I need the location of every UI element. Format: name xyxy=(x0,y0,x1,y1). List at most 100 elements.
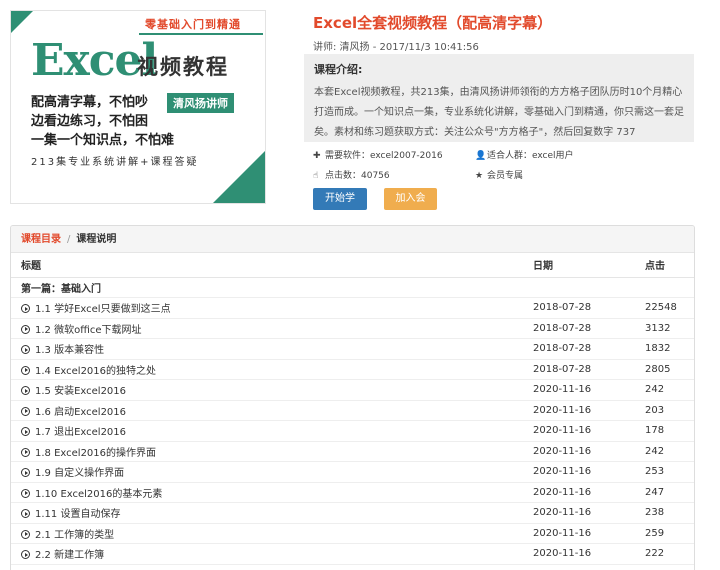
table-row[interactable]: 1.5 安装Excel2016 2020-11-16 242 xyxy=(11,379,694,401)
lesson-title[interactable]: 1.9 自定义操作界面 xyxy=(35,468,124,479)
intro-text: 本套Excel视频教程，共213集，由清风扬讲师领衔的方方格子团队历时10个月精… xyxy=(314,87,684,138)
plus-icon: ✚ xyxy=(313,151,321,161)
lesson-title-cell[interactable]: 1.10 Excel2016的基本元素 xyxy=(11,482,523,503)
fact-audience-text: 适合人群：excel用户 xyxy=(487,151,574,161)
fact-software: ✚ 需要软件：excel2007-2016 xyxy=(313,148,443,161)
course-cover-image: 零基础入门到精通 Excel 视频教程 配高清字幕，不怕吵 边看边练习，不怕困 … xyxy=(10,10,266,204)
lesson-title[interactable]: 1.11 设置自动保存 xyxy=(35,509,120,520)
tab-description[interactable]: 课程说明 xyxy=(76,234,116,245)
table-row[interactable]: 1.8 Excel2016的操作界面 2020-11-16 242 xyxy=(11,441,694,462)
lesson-date: 2020-11-16 xyxy=(523,441,635,462)
table-row[interactable]: 1.1 学好Excel只要做到这三点 2018-07-28 22548 xyxy=(11,297,694,319)
cover-slogan-3: 一集一个知识点，不怕难 xyxy=(31,133,175,148)
fact-member-text: 会员专属 xyxy=(487,171,524,181)
table-row[interactable]: 1.9 自定义操作界面 2020-11-16 253 xyxy=(11,461,694,483)
lesson-clicks: 242 xyxy=(635,379,694,401)
breadcrumb: 课程目录 / 课程说明 xyxy=(11,226,694,253)
lesson-title[interactable]: 1.6 启动Excel2016 xyxy=(35,407,126,418)
lesson-title[interactable]: 1.5 安装Excel2016 xyxy=(35,386,126,397)
start-learning-button[interactable]: 开始学习 xyxy=(313,188,367,226)
lesson-clicks: 22548 xyxy=(635,297,694,319)
table-row[interactable]: 1.4 Excel2016的独特之处 2018-07-28 2805 xyxy=(11,359,694,380)
lesson-date: 2018-07-28 xyxy=(523,359,635,380)
table-header-row: 标题 日期 点击 xyxy=(11,253,694,278)
lesson-clicks: 203 xyxy=(635,400,694,421)
lesson-title[interactable]: 1.8 Excel2016的操作界面 xyxy=(35,448,156,459)
cover-teacher-badge: 清风扬讲师 xyxy=(167,93,234,113)
header-title: 标题 xyxy=(11,253,523,278)
lesson-table: 标题 日期 点击 第一篇：基础入门 1.1 学好Excel只要做到这三点 2018… xyxy=(11,253,694,565)
lesson-clicks: 253 xyxy=(635,461,694,483)
join-member-button[interactable]: 加入会员 xyxy=(384,188,437,226)
tab-catalog[interactable]: 课程目录 xyxy=(21,234,61,245)
lesson-title[interactable]: 1.7 退出Excel2016 xyxy=(35,427,126,438)
lesson-title[interactable]: 1.2 微软office下载网址 xyxy=(35,325,142,336)
play-circle-icon xyxy=(21,406,30,416)
lesson-clicks: 259 xyxy=(635,523,694,544)
cover-slogans: 配高清字幕，不怕吵 边看边练习，不怕困 一集一个知识点，不怕难 xyxy=(31,93,174,150)
table-row[interactable]: 1.10 Excel2016的基本元素 2020-11-16 247 xyxy=(11,482,694,503)
lesson-clicks: 247 xyxy=(635,482,694,503)
lesson-date: 2020-11-16 xyxy=(523,400,635,421)
lesson-title-cell[interactable]: 1.2 微软office下载网址 xyxy=(11,318,523,339)
lesson-title[interactable]: 1.1 学好Excel只要做到这三点 xyxy=(35,304,171,315)
lesson-title-cell[interactable]: 1.9 自定义操作界面 xyxy=(11,461,523,483)
lesson-title-cell[interactable]: 1.3 版本兼容性 xyxy=(11,338,523,360)
lesson-date: 2020-11-16 xyxy=(523,420,635,442)
cover-tagline: 零基础入门到精通 xyxy=(145,18,241,31)
course-meta: 讲师: 清风扬 - 2017/11/3 10:41:56 xyxy=(313,42,479,53)
lesson-date: 2020-11-16 xyxy=(523,502,635,524)
course-catalog-panel: 课程目录 / 课程说明 标题 日期 点击 第一篇：基础入门 1.1 学好Excel只… xyxy=(10,225,695,570)
table-row[interactable]: 2.2 新建工作簿 2020-11-16 222 xyxy=(11,543,694,565)
lesson-clicks: 222 xyxy=(635,543,694,565)
fact-clicks: ☝ 点击数：40756 xyxy=(313,168,390,181)
lesson-date: 2020-11-16 xyxy=(523,461,635,483)
lesson-date: 2020-11-16 xyxy=(523,523,635,544)
lesson-title[interactable]: 2.2 新建工作簿 xyxy=(35,550,104,561)
table-row[interactable]: 1.3 版本兼容性 2018-07-28 1832 xyxy=(11,338,694,360)
lesson-clicks: 238 xyxy=(635,502,694,524)
cover-corner-decoration xyxy=(11,11,33,33)
cover-subtitle: 视频教程 xyxy=(137,55,229,79)
user-icon: 👤 xyxy=(475,151,487,161)
header-clicks: 点击 xyxy=(635,253,694,278)
course-title: Excel全套视频教程（配高清字幕） xyxy=(313,14,553,32)
play-circle-icon xyxy=(21,529,30,539)
fact-software-text: 需要软件：excel2007-2016 xyxy=(325,151,443,161)
lesson-clicks: 1832 xyxy=(635,338,694,360)
lesson-title[interactable]: 2.1 工作簿的类型 xyxy=(35,530,114,541)
play-circle-icon xyxy=(21,365,30,375)
lesson-title[interactable]: 1.4 Excel2016的独特之处 xyxy=(35,366,156,377)
course-intro-box: 课程介绍: 本套Excel视频教程，共213集，由清风扬讲师领衔的方方格子团队历… xyxy=(304,54,694,142)
cover-slogan-1: 配高清字幕，不怕吵 xyxy=(31,95,149,110)
table-row[interactable]: 1.7 退出Excel2016 2020-11-16 178 xyxy=(11,420,694,442)
lesson-title-cell[interactable]: 1.4 Excel2016的独特之处 xyxy=(11,359,523,380)
play-circle-icon xyxy=(21,550,30,560)
lesson-title-cell[interactable]: 1.7 退出Excel2016 xyxy=(11,420,523,442)
lesson-title[interactable]: 1.3 版本兼容性 xyxy=(35,345,104,356)
play-circle-icon xyxy=(21,488,30,498)
table-row[interactable]: 1.11 设置自动保存 2020-11-16 238 xyxy=(11,502,694,524)
lesson-title-cell[interactable]: 1.1 学好Excel只要做到这三点 xyxy=(11,297,523,319)
lesson-date: 2018-07-28 xyxy=(523,297,635,319)
lesson-title-cell[interactable]: 1.5 安装Excel2016 xyxy=(11,379,523,401)
lesson-title-cell[interactable]: 2.1 工作簿的类型 xyxy=(11,523,523,544)
lesson-clicks: 178 xyxy=(635,420,694,442)
play-circle-icon xyxy=(21,324,30,334)
cover-bottom-text: 213集专业系统讲解+课程答疑 xyxy=(31,157,199,168)
lesson-title-cell[interactable]: 1.8 Excel2016的操作界面 xyxy=(11,441,523,462)
lesson-title[interactable]: 1.10 Excel2016的基本元素 xyxy=(35,489,162,500)
play-circle-icon xyxy=(21,304,30,314)
lesson-title-cell[interactable]: 1.11 设置自动保存 xyxy=(11,502,523,524)
table-row[interactable]: 1.6 启动Excel2016 2020-11-16 203 xyxy=(11,400,694,421)
table-row[interactable]: 2.1 工作簿的类型 2020-11-16 259 xyxy=(11,523,694,544)
lesson-clicks: 2805 xyxy=(635,359,694,380)
table-row[interactable]: 1.2 微软office下载网址 2018-07-28 3132 xyxy=(11,318,694,339)
hand-pointer-icon: ☝ xyxy=(313,171,319,181)
lesson-date: 2018-07-28 xyxy=(523,338,635,360)
lesson-clicks: 242 xyxy=(635,441,694,462)
play-circle-icon xyxy=(21,509,30,519)
cover-corner-decoration-br xyxy=(213,151,265,203)
lesson-title-cell[interactable]: 1.6 启动Excel2016 xyxy=(11,400,523,421)
lesson-title-cell[interactable]: 2.2 新建工作簿 xyxy=(11,543,523,565)
